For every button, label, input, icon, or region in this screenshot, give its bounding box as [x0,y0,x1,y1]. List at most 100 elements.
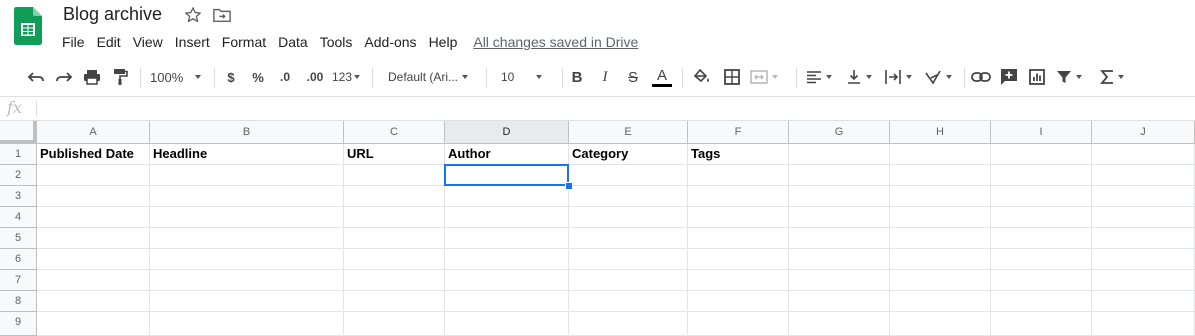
menu-format[interactable]: Format [216,32,272,52]
cell-b4[interactable] [150,207,344,228]
cell-g1[interactable] [789,144,890,165]
cell-c9[interactable] [344,312,445,336]
cell-g6[interactable] [789,249,890,270]
move-to-folder-icon[interactable] [213,7,231,23]
currency-format-button[interactable]: $ [222,67,240,87]
cell-a2[interactable] [37,165,150,186]
row-header-1[interactable]: 1 [0,144,37,165]
cell-i4[interactable] [991,207,1092,228]
cell-c4[interactable] [344,207,445,228]
cell-c6[interactable] [344,249,445,270]
cell-b7[interactable] [150,270,344,291]
filter-button[interactable] [1056,67,1088,87]
cell-g7[interactable] [789,270,890,291]
cell-h5[interactable] [890,228,991,249]
font-family-select[interactable]: Default (Ari... [388,67,478,87]
cell-e4[interactable] [569,207,688,228]
column-header-d[interactable]: D [445,121,569,144]
cell-d5[interactable] [445,228,569,249]
decrease-decimal-button[interactable]: .0 [274,67,296,87]
menu-data[interactable]: Data [272,32,314,52]
cell-f9[interactable] [688,312,789,336]
cell-a3[interactable] [37,186,150,207]
cell-i1[interactable] [991,144,1092,165]
paint-format-button[interactable] [110,67,130,87]
fill-color-button[interactable] [692,67,712,87]
font-size-select[interactable]: 10 [501,67,553,87]
cell-c8[interactable] [344,291,445,312]
menu-insert[interactable]: Insert [169,32,216,52]
merge-cells-button[interactable] [750,67,784,87]
italic-button[interactable]: I [596,67,614,87]
cell-h3[interactable] [890,186,991,207]
functions-button[interactable] [1100,67,1134,87]
cell-g9[interactable] [789,312,890,336]
cell-f7[interactable] [688,270,789,291]
cell-d3[interactable] [445,186,569,207]
cell-e2[interactable] [569,165,688,186]
column-header-f[interactable]: F [688,121,789,144]
star-icon[interactable] [184,6,202,24]
cell-b3[interactable] [150,186,344,207]
strikethrough-button[interactable]: S [624,67,642,87]
percent-format-button[interactable]: % [249,67,267,87]
cell-a1[interactable]: Published Date [37,144,150,165]
cell-i2[interactable] [991,165,1092,186]
cell-e8[interactable] [569,291,688,312]
text-rotation-select[interactable] [924,67,956,87]
menu-edit[interactable]: Edit [91,32,127,52]
horizontal-align-select[interactable] [806,67,838,87]
cell-j4[interactable] [1092,207,1195,228]
cell-f2[interactable] [688,165,789,186]
row-header-3[interactable]: 3 [0,186,37,207]
cell-d7[interactable] [445,270,569,291]
text-wrapping-select[interactable] [884,67,916,87]
cell-f5[interactable] [688,228,789,249]
row-header-7[interactable]: 7 [0,270,37,291]
cell-d1[interactable]: Author [445,144,569,165]
cell-e3[interactable] [569,186,688,207]
cell-f1[interactable]: Tags [688,144,789,165]
undo-button[interactable] [26,67,46,87]
cell-j3[interactable] [1092,186,1195,207]
cell-i6[interactable] [991,249,1092,270]
bold-button[interactable]: B [568,67,586,87]
cell-c1[interactable]: URL [344,144,445,165]
cell-b2[interactable] [150,165,344,186]
cell-e9[interactable] [569,312,688,336]
cell-e1[interactable]: Category [569,144,688,165]
column-header-i[interactable]: I [991,121,1092,144]
cell-i8[interactable] [991,291,1092,312]
menu-help[interactable]: Help [423,32,464,52]
cell-a9[interactable] [37,312,150,336]
menu-addons[interactable]: Add-ons [358,32,422,52]
column-header-b[interactable]: B [150,121,344,144]
cell-d4[interactable] [445,207,569,228]
insert-chart-button[interactable] [1026,67,1048,87]
row-header-5[interactable]: 5 [0,228,37,249]
redo-button[interactable] [54,67,74,87]
cell-f4[interactable] [688,207,789,228]
cell-i3[interactable] [991,186,1092,207]
cell-g2[interactable] [789,165,890,186]
cell-f8[interactable] [688,291,789,312]
cell-f6[interactable] [688,249,789,270]
cell-h4[interactable] [890,207,991,228]
cell-j5[interactable] [1092,228,1195,249]
cell-a4[interactable] [37,207,150,228]
cell-a8[interactable] [37,291,150,312]
cell-h1[interactable] [890,144,991,165]
column-header-c[interactable]: C [344,121,445,144]
cell-g3[interactable] [789,186,890,207]
select-all-corner[interactable] [0,121,37,144]
cell-j6[interactable] [1092,249,1195,270]
cell-j2[interactable] [1092,165,1195,186]
column-header-j[interactable]: J [1092,121,1195,144]
vertical-align-select[interactable] [846,67,878,87]
cell-g8[interactable] [789,291,890,312]
insert-comment-button[interactable] [998,67,1020,87]
cell-b8[interactable] [150,291,344,312]
column-header-e[interactable]: E [569,121,688,144]
row-header-2[interactable]: 2 [0,165,37,186]
cell-a5[interactable] [37,228,150,249]
